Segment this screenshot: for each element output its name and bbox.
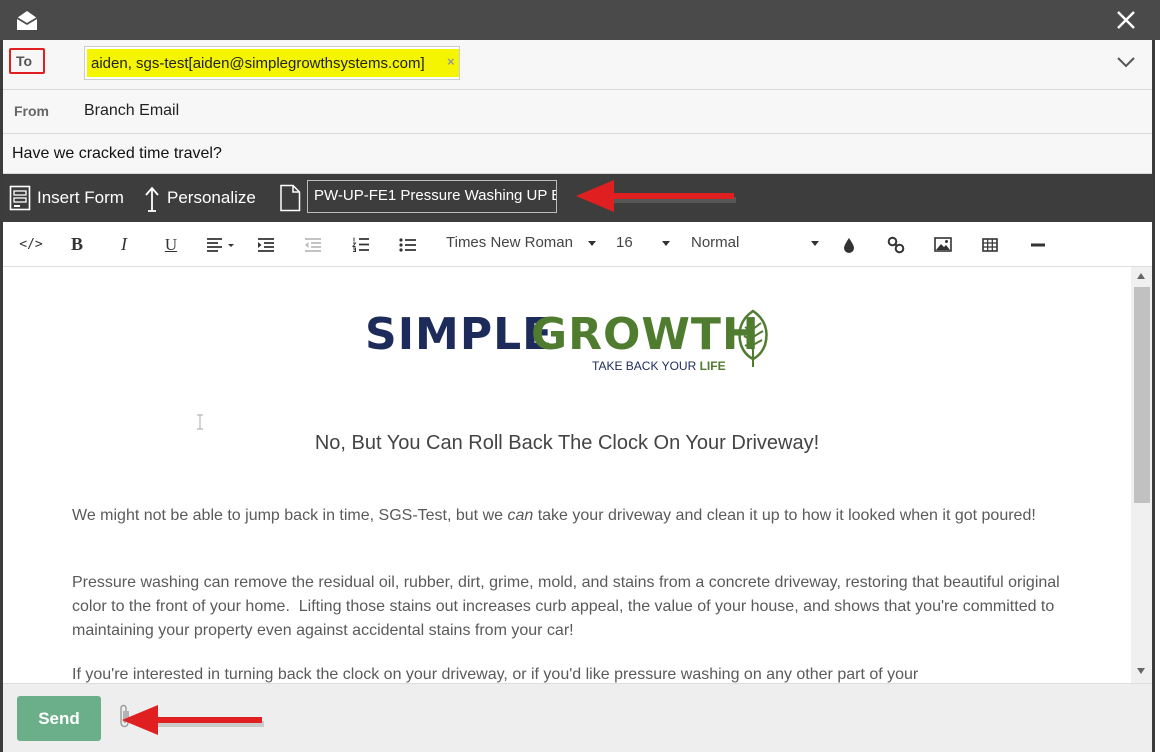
underline-button[interactable]: U: [159, 222, 183, 267]
from-row: From Branch Email: [3, 90, 1152, 134]
to-field[interactable]: aiden, sgs-test[aiden@simplegrowthsystem…: [84, 46, 460, 80]
insert-form-label: Insert Form: [37, 188, 124, 207]
indent-icon: [258, 237, 274, 252]
logo-tagline-emphasis: LIFE: [699, 359, 726, 373]
envelope-open-icon: [16, 11, 38, 30]
body-paragraph: If you're interested in turning back the…: [72, 666, 919, 683]
horizontal-rule-icon: [1031, 243, 1045, 246]
link-icon: [887, 236, 905, 253]
tree-leaf-icon: [738, 309, 768, 367]
subject-input[interactable]: [3, 134, 1152, 173]
i-beam-cursor-icon: [197, 414, 203, 430]
font-size-caret-icon[interactable]: [662, 241, 670, 246]
color-drop-icon: [844, 237, 854, 253]
outdent-icon: [305, 237, 321, 252]
cursor-insert-icon: [145, 186, 159, 212]
bullet-list-button[interactable]: [396, 222, 420, 267]
font-family-select[interactable]: Times New Roman: [446, 234, 573, 251]
insert-image-button[interactable]: [932, 222, 954, 267]
bold-button[interactable]: B: [65, 222, 89, 267]
align-left-icon: [207, 237, 234, 252]
paragraph-style-caret-icon[interactable]: [811, 241, 819, 246]
insert-table-button[interactable]: [979, 222, 1001, 267]
logo-tagline: TAKE BACK YOUR LIFE: [592, 359, 726, 373]
font-family-caret-icon[interactable]: [588, 241, 596, 246]
outdent-button[interactable]: [301, 222, 325, 267]
personalize-button[interactable]: Personalize: [143, 184, 256, 212]
insert-form-button[interactable]: Insert Form: [9, 184, 124, 212]
ordered-list-icon: [352, 237, 369, 252]
body-emphasis: can: [507, 507, 534, 524]
scroll-up-icon[interactable]: [1137, 273, 1145, 279]
from-select[interactable]: Branch Email: [84, 102, 179, 120]
insert-link-button[interactable]: [885, 222, 907, 267]
align-dropdown[interactable]: [203, 222, 239, 267]
to-label[interactable]: To: [9, 48, 45, 74]
body-text: We might not be able to jump back in tim…: [72, 507, 508, 524]
email-body-editor[interactable]: SIMPLE GROWTH TAKE BACK YOUR LIFE No, Bu…: [3, 267, 1131, 683]
font-size-select[interactable]: 16: [616, 234, 633, 251]
scrollbar-thumb[interactable]: [1134, 287, 1150, 503]
bullet-list-icon: [399, 237, 416, 252]
logo-tagline-text: TAKE BACK YOUR: [592, 359, 700, 373]
template-select[interactable]: PW-UP-FE1 Pressure Washing UP E: [307, 180, 557, 213]
horizontal-rule-button[interactable]: [1027, 222, 1049, 267]
logo-word-simple: SIMPLE: [365, 309, 554, 360]
paragraph-style-select[interactable]: Normal: [691, 234, 739, 251]
annotation-arrow-template: [576, 180, 736, 212]
title-bar: [0, 0, 1160, 40]
source-code-button[interactable]: </>: [17, 222, 45, 267]
from-label: From: [14, 103, 49, 119]
body-paragraph: We might not be able to jump back in tim…: [72, 504, 1062, 528]
annotation-arrow-send: [122, 705, 264, 735]
subject-row: [3, 134, 1152, 174]
to-row: To aiden, sgs-test[aiden@simplegrowthsys…: [3, 40, 1152, 90]
table-icon: [982, 237, 998, 252]
recipient-chip[interactable]: aiden, sgs-test[aiden@simplegrowthsystem…: [87, 49, 459, 77]
form-icon: [9, 185, 31, 211]
body-paragraph: Pressure washing can remove the residual…: [72, 574, 1065, 639]
formatting-toolbar: </> B I U Times New Roman 16 Normal: [3, 222, 1152, 267]
send-button[interactable]: Send: [17, 696, 101, 741]
body-text: take your driveway and clean it up to ho…: [533, 507, 1036, 524]
image-icon: [934, 237, 952, 252]
recipient-chip-label: aiden, sgs-test[aiden@simplegrowthsystem…: [91, 54, 425, 72]
email-headline: No, But You Can Roll Back The Clock On Y…: [314, 432, 820, 454]
logo-word-growth: GROWTH: [531, 309, 760, 360]
scroll-down-icon[interactable]: [1137, 668, 1145, 674]
close-icon[interactable]: [1114, 8, 1138, 32]
company-logo: SIMPLE GROWTH TAKE BACK YOUR LIFE: [365, 309, 775, 379]
indent-button[interactable]: [254, 222, 278, 267]
editor-scrollbar[interactable]: [1131, 267, 1152, 683]
document-icon: [280, 184, 301, 212]
remove-recipient-icon[interactable]: ×: [447, 54, 455, 69]
chevron-down-icon[interactable]: [1115, 54, 1137, 70]
italic-button[interactable]: I: [112, 222, 136, 267]
ordered-list-button[interactable]: [349, 222, 373, 267]
personalize-label: Personalize: [167, 188, 256, 207]
text-color-button[interactable]: [838, 222, 860, 267]
